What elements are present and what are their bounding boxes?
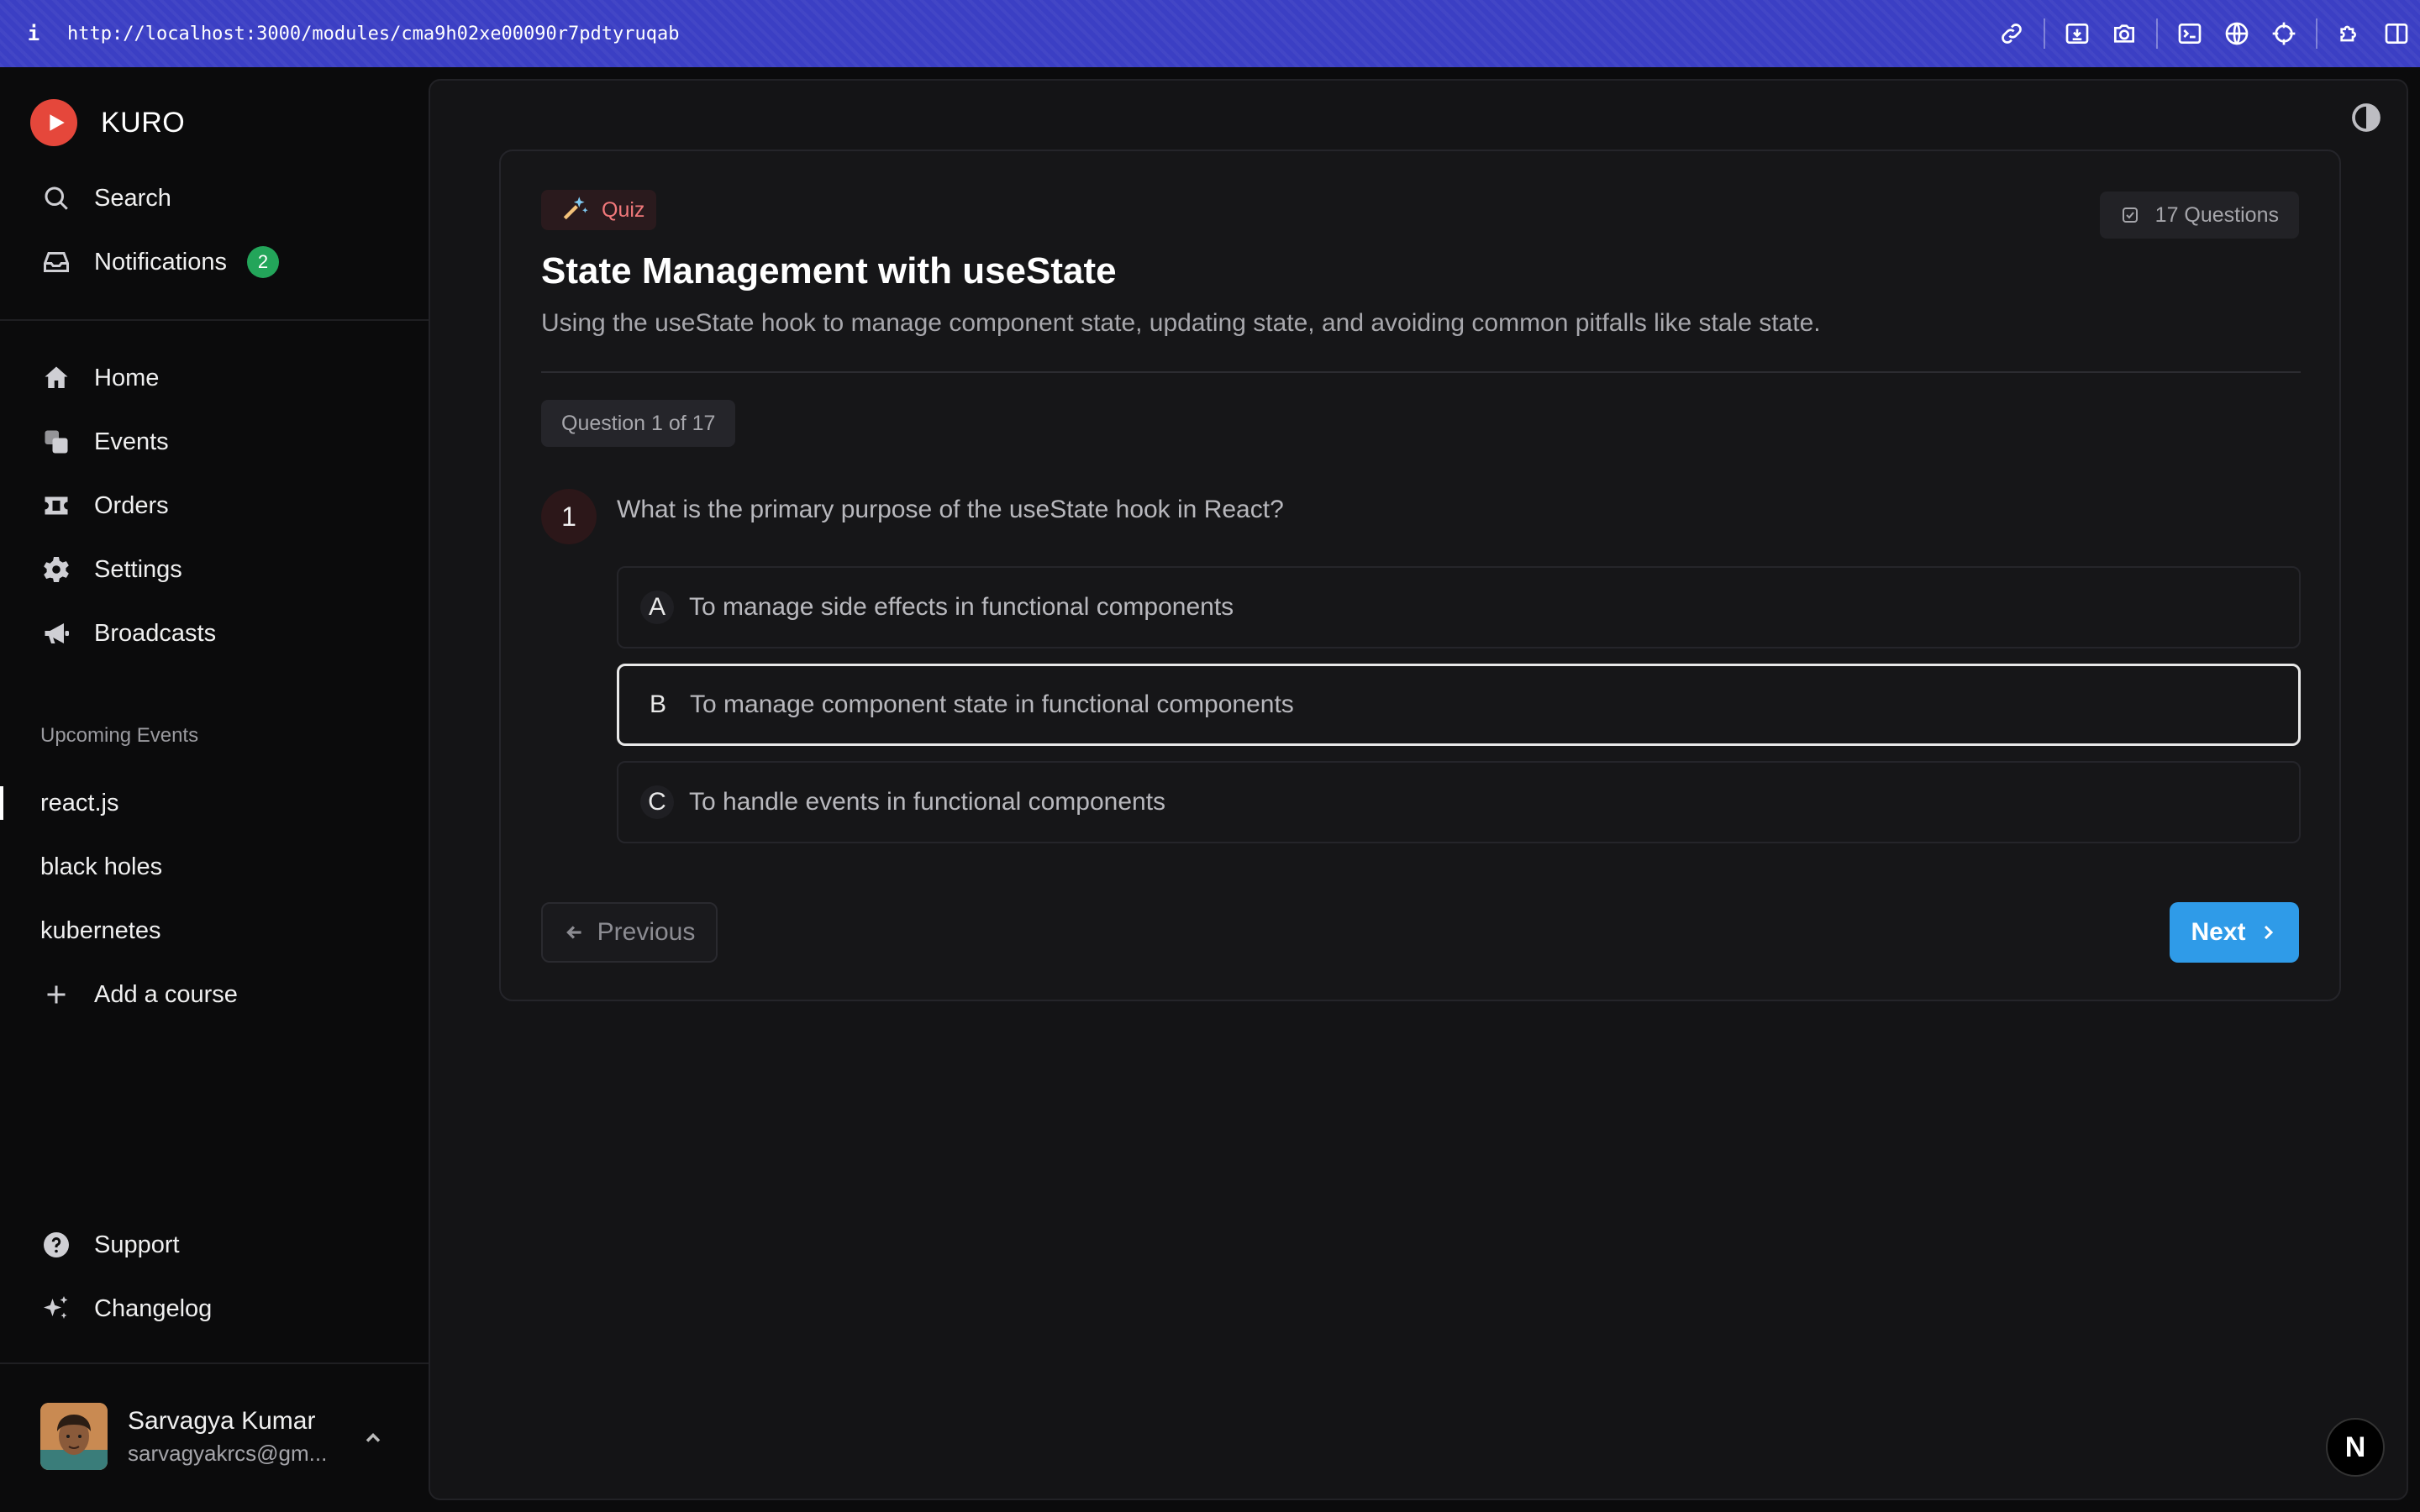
download-icon[interactable] xyxy=(2054,0,2101,67)
user-email: sarvagyakrcs@gm... xyxy=(128,1440,328,1466)
toolbar-divider xyxy=(2316,18,2317,49)
brand[interactable]: KURO xyxy=(30,99,185,146)
terminal-icon[interactable] xyxy=(2166,0,2213,67)
previous-label: Previous xyxy=(597,918,696,946)
option-letter: B xyxy=(649,690,666,718)
quiz-card: Quiz 17 Questions State Management with … xyxy=(499,150,2341,1001)
add-course-button[interactable]: Add a course xyxy=(40,969,238,1020)
info-icon[interactable]: i xyxy=(0,22,67,45)
upcoming-events-heading: Upcoming Events xyxy=(40,724,199,747)
browser-tools xyxy=(1988,0,2420,67)
active-indicator xyxy=(0,786,3,820)
arrow-left-icon xyxy=(566,926,581,939)
theme-toggle-icon[interactable] xyxy=(2351,102,2381,133)
sidebar: KURO Search Notifications 2 Home Events … xyxy=(0,67,429,1512)
question-progress: Question 1 of 17 xyxy=(541,400,736,447)
main-content: Quiz 17 Questions State Management with … xyxy=(429,79,2408,1500)
sidebar-item-settings[interactable]: Settings xyxy=(40,544,182,595)
sidebar-item-label: Add a course xyxy=(94,980,238,1008)
avatar xyxy=(40,1403,108,1470)
question-text: What is the primary purpose of the useSt… xyxy=(617,496,1284,523)
quiz-description: Using the useState hook to manage compon… xyxy=(541,309,1821,337)
quiz-chip: Quiz xyxy=(541,190,657,230)
option-text: To handle events in functional component… xyxy=(689,788,1166,816)
user-info: Sarvagya Kumar sarvagyakrcs@gm... xyxy=(128,1407,327,1467)
user-menu[interactable]: Sarvagya Kumar sarvagyakrcs@gm... xyxy=(40,1403,327,1470)
previous-button[interactable]: Previous xyxy=(541,902,718,963)
crosshair-icon[interactable] xyxy=(2260,0,2307,67)
browser-toolbar: i http://localhost:3000/modules/cma9h02x… xyxy=(0,0,2420,67)
sidebar-item-broadcasts[interactable]: Broadcasts xyxy=(40,608,216,659)
sidebar-item-label: Broadcasts xyxy=(94,619,217,647)
question-count-label: 17 Questions xyxy=(2154,202,2279,227)
events-icon xyxy=(40,426,72,458)
globe-icon[interactable] xyxy=(2213,0,2260,67)
toolbar-divider xyxy=(2044,18,2045,49)
brand-name: KURO xyxy=(101,106,186,139)
inbox-icon xyxy=(40,246,72,278)
sidebar-item-label: Support xyxy=(94,1231,180,1258)
sidebar-divider xyxy=(0,1362,429,1364)
megaphone-icon xyxy=(40,617,72,649)
toolbar-divider xyxy=(2156,18,2158,49)
option-text: To manage side effects in functional com… xyxy=(689,593,1234,621)
sidebar-item-label: Events xyxy=(94,428,169,455)
quiz-title: State Management with useState xyxy=(541,250,1117,291)
option-letter: A xyxy=(640,591,674,624)
plus-icon xyxy=(40,979,72,1011)
sparkles-icon xyxy=(40,1293,72,1325)
user-name: Sarvagya Kumar xyxy=(128,1406,316,1435)
sidebar-item-label: Search xyxy=(94,184,171,212)
link-icon[interactable] xyxy=(1988,0,2035,67)
sidebar-item-search[interactable]: Search xyxy=(40,173,171,223)
sidebar-item-notifications[interactable]: Notifications 2 xyxy=(40,237,279,287)
help-icon xyxy=(40,1229,72,1261)
checkbox-icon xyxy=(2122,207,2138,223)
quiz-chip-label: Quiz xyxy=(602,197,645,222)
sidebar-item-home[interactable]: Home xyxy=(40,353,159,403)
sidebar-item-label: Changelog xyxy=(94,1294,213,1322)
address-bar[interactable]: http://localhost:3000/modules/cma9h02xe0… xyxy=(67,24,679,45)
camera-icon[interactable] xyxy=(2101,0,2148,67)
card-divider xyxy=(541,371,2301,373)
answer-option-c[interactable]: C To handle events in functional compone… xyxy=(617,761,2301,843)
sidebar-item-events[interactable]: Events xyxy=(40,417,169,467)
sidebar-item-orders[interactable]: Orders xyxy=(40,480,169,531)
sidebar-item-label: Home xyxy=(94,364,160,391)
chevron-up-icon[interactable] xyxy=(361,1426,385,1450)
chevron-right-icon xyxy=(2264,925,2273,940)
next-label: Next xyxy=(2191,918,2246,946)
play-logo-icon xyxy=(30,99,77,146)
search-icon xyxy=(40,182,72,214)
sidebar-item-label: Settings xyxy=(94,555,182,583)
option-text: To manage component state in functional … xyxy=(690,690,1294,718)
home-icon xyxy=(40,362,72,394)
sidebar-item-changelog[interactable]: Changelog xyxy=(40,1284,212,1334)
sidebar-item-support[interactable]: Support xyxy=(40,1220,180,1270)
sidebar-item-label: Notifications xyxy=(94,248,227,276)
question-count-badge: 17 Questions xyxy=(2099,192,2299,239)
sidebar-divider xyxy=(0,319,429,321)
sidebar-icon[interactable] xyxy=(2373,0,2420,67)
course-item[interactable]: black holes xyxy=(40,842,162,892)
course-item[interactable]: kubernetes xyxy=(40,906,161,956)
notification-count-badge: 2 xyxy=(246,246,279,278)
sidebar-item-label: Orders xyxy=(94,491,169,519)
answer-option-b[interactable]: B To manage component state in functiona… xyxy=(617,664,2301,746)
dev-tools-badge[interactable]: N xyxy=(2326,1418,2385,1477)
course-item[interactable]: react.js xyxy=(40,778,118,828)
answer-option-a[interactable]: A To manage side effects in functional c… xyxy=(617,566,2301,648)
gear-icon xyxy=(40,554,72,585)
ticket-icon xyxy=(40,490,72,522)
magic-wand-icon xyxy=(561,193,590,228)
next-button[interactable]: Next xyxy=(2170,902,2299,963)
option-letter: C xyxy=(640,785,674,819)
question-number: 1 xyxy=(541,489,597,544)
puzzle-icon[interactable] xyxy=(2326,0,2373,67)
